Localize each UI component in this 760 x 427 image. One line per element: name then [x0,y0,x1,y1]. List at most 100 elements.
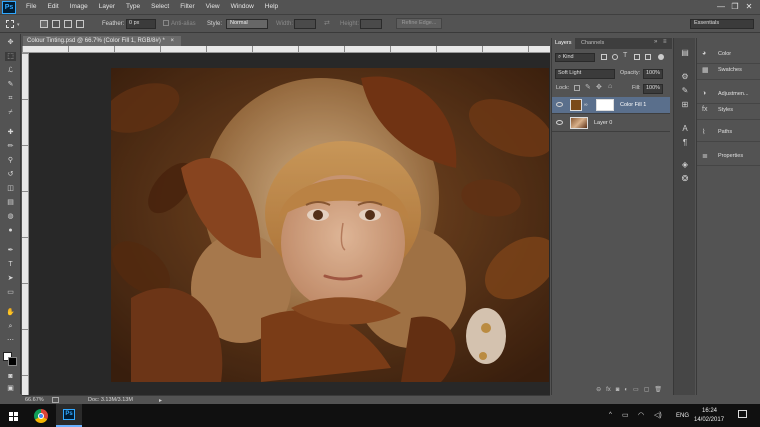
quick-selection-icon[interactable]: ✎ [5,80,16,89]
more-tools-icon[interactable]: ⋯ [5,336,16,345]
move-tool-icon[interactable]: ✥ [5,38,16,47]
filter-pixel-icon[interactable] [601,54,607,60]
visibility-eye-icon[interactable] [556,102,563,107]
document-image[interactable] [111,68,549,382]
photoshop-logo[interactable]: Ps [2,1,16,14]
wifi-icon[interactable]: ◠ [638,411,644,419]
style-select[interactable]: Normal [226,19,268,29]
paths-panel-button[interactable]: ⌇ Paths [697,122,760,142]
new-selection-icon[interactable] [40,20,48,28]
eraser-icon[interactable]: ◫ [5,184,16,193]
collapse-panel-icon[interactable]: » [654,39,657,45]
share-icon[interactable] [52,397,59,403]
fill-input[interactable]: 100% [643,84,663,94]
antialias-checkbox[interactable] [163,20,169,26]
width-input[interactable] [294,19,316,29]
height-input[interactable] [360,19,382,29]
swap-icon[interactable]: ⇄ [324,19,330,27]
status-menu-arrow-icon[interactable]: ▸ [159,397,162,404]
blur-tool-icon[interactable]: ◍ [5,212,16,221]
tab-close-icon[interactable]: × [170,38,174,44]
path-selection-icon[interactable]: ➤ [5,274,16,283]
history-icon[interactable]: ▤ [679,48,691,58]
trash-icon[interactable]: 🗑 [654,386,662,395]
opacity-input[interactable]: 100% [643,69,663,79]
eyedropper-icon[interactable]: ⌿ [5,108,16,117]
zoom-tool-icon[interactable]: ⌕ [5,322,16,331]
brush-presets-icon[interactable]: ✎ [679,86,691,96]
intersect-selection-icon[interactable] [76,20,84,28]
layer-filter-select[interactable]: ⌕ Kind [555,53,595,62]
vertical-ruler[interactable] [22,53,29,395]
lock-pixels-icon[interactable]: ✎ [585,83,591,91]
marquee-tool-preset-icon[interactable] [6,20,14,28]
volume-icon[interactable]: ◁) [654,411,662,419]
refine-edge-button[interactable]: Refine Edge... [396,18,442,29]
menu-edit[interactable]: Edit [47,3,58,11]
menu-type[interactable]: Type [126,3,140,11]
pen-tool-icon[interactable]: ✒ [5,246,16,255]
clone-stamp-icon[interactable]: ⚲ [5,156,16,165]
properties-panel-button[interactable]: ≣ Properties [697,146,760,166]
panel-menu-icon[interactable]: ≡ [663,39,667,45]
background-color-swatch[interactable] [8,357,17,366]
styles-panel-button[interactable]: fx Styles [697,100,760,120]
blend-mode-select[interactable]: Soft Light [555,69,615,79]
lock-position-icon[interactable]: ✥ [596,83,602,91]
subtract-selection-icon[interactable] [64,20,72,28]
menu-image[interactable]: Image [70,3,88,11]
filter-type-icon[interactable]: T [623,52,627,59]
notifications-icon[interactable] [738,410,747,418]
workspace-select[interactable]: Essentials [690,19,754,29]
folder-icon[interactable]: ▭ [633,386,639,395]
visibility-eye-icon[interactable] [556,120,563,125]
layer-name[interactable]: Layer 0 [594,120,612,127]
healing-brush-icon[interactable]: ✚ [5,128,16,137]
clock-date[interactable]: 14/02/2017 [694,417,724,423]
actions-icon[interactable]: ⚙ [679,72,691,82]
language-indicator[interactable]: ENG [676,413,689,419]
channels-icon[interactable]: ❂ [679,174,691,184]
horizontal-ruler[interactable] [22,46,550,53]
menu-select[interactable]: Select [151,3,169,11]
fx-icon[interactable]: fx [606,386,611,395]
crop-tool-icon[interactable]: ⌗ [5,94,16,103]
quick-mask-icon[interactable]: ◙ [5,372,16,381]
swatches-panel-button[interactable]: ▦ Swatches [697,60,760,80]
gradient-tool-icon[interactable]: ▤ [5,198,16,207]
lock-all-icon[interactable]: ⌂ [608,83,612,90]
document-tab[interactable]: Colour Tinting.psd @ 66.7% (Color Fill 1… [23,36,181,46]
lock-transparent-icon[interactable] [574,85,580,91]
new-layer-icon[interactable]: ▢ [644,386,650,395]
hand-tool-icon[interactable]: ✋ [5,308,16,317]
layers-icon[interactable]: ◈ [679,160,691,170]
feather-input[interactable]: 0 px [126,19,156,29]
filter-adjustment-icon[interactable] [612,54,618,60]
layer-row[interactable]: Layer 0 [552,115,670,132]
image-layer-thumbnail[interactable] [570,117,588,129]
filter-shape-icon[interactable] [634,54,640,60]
menu-filter[interactable]: Filter [180,3,194,11]
chevron-down-icon[interactable]: ▾ [17,22,20,28]
tab-layers[interactable]: Layers [552,38,575,49]
minimize-button[interactable]: — [714,2,728,11]
filter-smart-object-icon[interactable] [645,54,651,60]
add-selection-icon[interactable] [52,20,60,28]
paragraph-icon[interactable]: ¶ [679,138,691,148]
restore-button[interactable]: ❐ [728,2,742,11]
rectangular-marquee-icon[interactable]: ⬚ [5,52,16,61]
layer-row[interactable]: ∞ Color Fill 1 [552,97,670,114]
filter-toggle-icon[interactable] [658,54,664,60]
history-brush-icon[interactable]: ↺ [5,170,16,179]
menu-help[interactable]: Help [265,3,278,11]
brush-tool-icon[interactable]: ✏ [5,142,16,151]
layer-name[interactable]: Color Fill 1 [620,102,646,109]
screen-mode-icon[interactable]: ▣ [5,384,16,393]
tab-channels[interactable]: Channels [578,38,607,49]
menu-window[interactable]: Window [231,3,254,11]
tool-presets-icon[interactable]: ⊞ [679,100,691,110]
lasso-tool-icon[interactable]: ℒ [5,66,16,75]
add-mask-icon[interactable]: ◙ [616,386,620,395]
network-icon[interactable]: ▭ [622,411,629,419]
dodge-tool-icon[interactable]: ● [5,226,16,235]
